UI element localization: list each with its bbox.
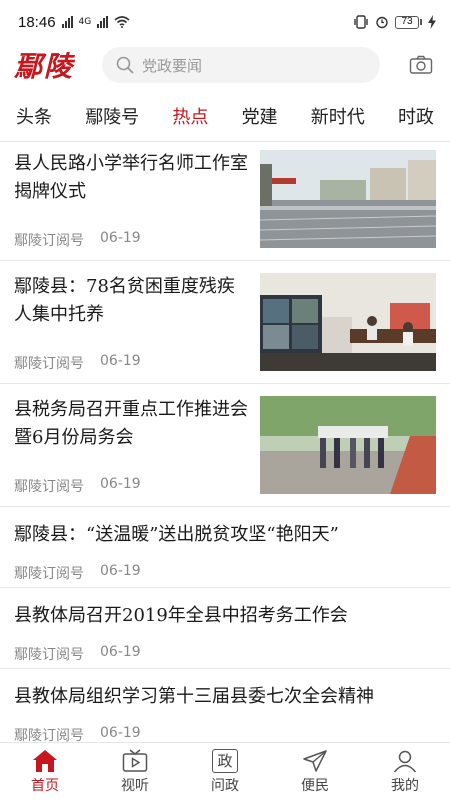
home-icon <box>33 749 57 772</box>
charging-icon <box>428 15 436 29</box>
article-date: 06-19 <box>100 563 141 579</box>
tab-new-era[interactable]: 新时代 <box>311 103 365 129</box>
article-title: 鄢陵县：78名贫困重度残疾人集中托养 <box>14 276 235 325</box>
app-header: 鄢陵 党政要闻 <box>0 44 450 86</box>
politics-icon: 政 <box>212 748 238 773</box>
tv-icon <box>122 748 148 772</box>
article-source: 鄢陵订阅号 <box>14 479 84 495</box>
article-title: 县人民路小学举行名师工作室揭牌仪式 <box>14 153 248 202</box>
article-source: 鄢陵订阅号 <box>14 356 84 372</box>
app-logo: 鄢陵 <box>14 50 75 83</box>
send-icon <box>303 749 327 772</box>
article-date: 06-19 <box>100 644 141 660</box>
vibrate-icon <box>354 15 368 29</box>
article-thumbnail <box>260 150 436 248</box>
category-tabs: 头条 鄢陵号 热点 党建 新时代 时政 <box>0 90 450 142</box>
article-source: 鄢陵订阅号 <box>14 647 84 663</box>
list-item[interactable]: 县人民路小学举行名师工作室揭牌仪式 鄢陵订阅号 06-19 <box>0 138 450 261</box>
article-date: 06-19 <box>100 725 141 741</box>
article-date: 06-19 <box>100 353 141 369</box>
nav-services-label: 便民 <box>301 777 329 794</box>
tab-headlines[interactable]: 头条 <box>16 103 52 129</box>
search-placeholder: 党政要闻 <box>142 56 203 75</box>
article-source: 鄢陵订阅号 <box>14 728 84 742</box>
article-title: 鄢陵县：“送温暖”送出脱贫攻坚“艳阳天” <box>14 524 339 545</box>
list-item[interactable]: 县教体局组织学习第十三届县委七次全会精神 鄢陵订阅号 06-19 <box>0 669 450 742</box>
signal-icon-2 <box>97 16 109 28</box>
search-bar[interactable]: 党政要闻 <box>102 47 380 83</box>
article-title: 县税务局召开重点工作推进会暨6月份局务会 <box>14 399 248 448</box>
battery-icon: 73 <box>395 15 422 29</box>
article-list: 县人民路小学举行名师工作室揭牌仪式 鄢陵订阅号 06-19 鄢陵县：78名贫困重… <box>0 138 450 742</box>
nav-media[interactable]: 视听 <box>90 743 180 800</box>
search-icon <box>116 56 134 74</box>
list-item[interactable]: 县教体局召开2019年全县中招考务工作会 鄢陵订阅号 06-19 <box>0 588 450 669</box>
status-time: 18:46 <box>18 13 56 31</box>
nav-media-label: 视听 <box>121 777 149 794</box>
nav-politics[interactable]: 政 问政 <box>180 743 270 800</box>
network-type: 4G <box>78 16 92 27</box>
article-thumbnail <box>260 396 436 494</box>
status-bar: 18:46 4G 73 <box>0 0 450 44</box>
article-thumbnail <box>260 273 436 371</box>
signal-icon <box>61 16 73 28</box>
wifi-icon <box>114 16 130 28</box>
nav-services[interactable]: 便民 <box>270 743 360 800</box>
nav-politics-label: 问政 <box>211 777 239 794</box>
article-date: 06-19 <box>100 476 141 492</box>
nav-profile-label: 我的 <box>391 777 419 794</box>
camera-icon <box>409 55 433 74</box>
article-date: 06-19 <box>100 230 141 246</box>
camera-button[interactable] <box>406 55 436 75</box>
list-item[interactable]: 县税务局召开重点工作推进会暨6月份局务会 鄢陵订阅号 06-19 <box>0 384 450 507</box>
alarm-icon <box>376 16 388 29</box>
list-item[interactable]: 鄢陵县：“送温暖”送出脱贫攻坚“艳阳天” 鄢陵订阅号 06-19 <box>0 507 450 588</box>
bottom-nav: 首页 视听 政 问政 便民 我的 <box>0 742 450 800</box>
list-item[interactable]: 鄢陵县：78名贫困重度残疾人集中托养 鄢陵订阅号 06-19 <box>0 261 450 384</box>
article-source: 鄢陵订阅号 <box>14 233 84 249</box>
nav-home[interactable]: 首页 <box>0 743 90 800</box>
user-icon <box>393 750 417 772</box>
nav-profile[interactable]: 我的 <box>360 743 450 800</box>
tab-current-affairs[interactable]: 时政 <box>398 103 434 129</box>
article-title: 县教体局组织学习第十三届县委七次全会精神 <box>14 686 374 707</box>
tab-hot[interactable]: 热点 <box>172 103 208 129</box>
article-source: 鄢陵订阅号 <box>14 566 84 582</box>
nav-home-label: 首页 <box>31 777 59 794</box>
tab-party-building[interactable]: 党建 <box>242 103 278 129</box>
article-title: 县教体局召开2019年全县中招考务工作会 <box>14 605 348 626</box>
tab-yanling-hao[interactable]: 鄢陵号 <box>85 103 139 129</box>
